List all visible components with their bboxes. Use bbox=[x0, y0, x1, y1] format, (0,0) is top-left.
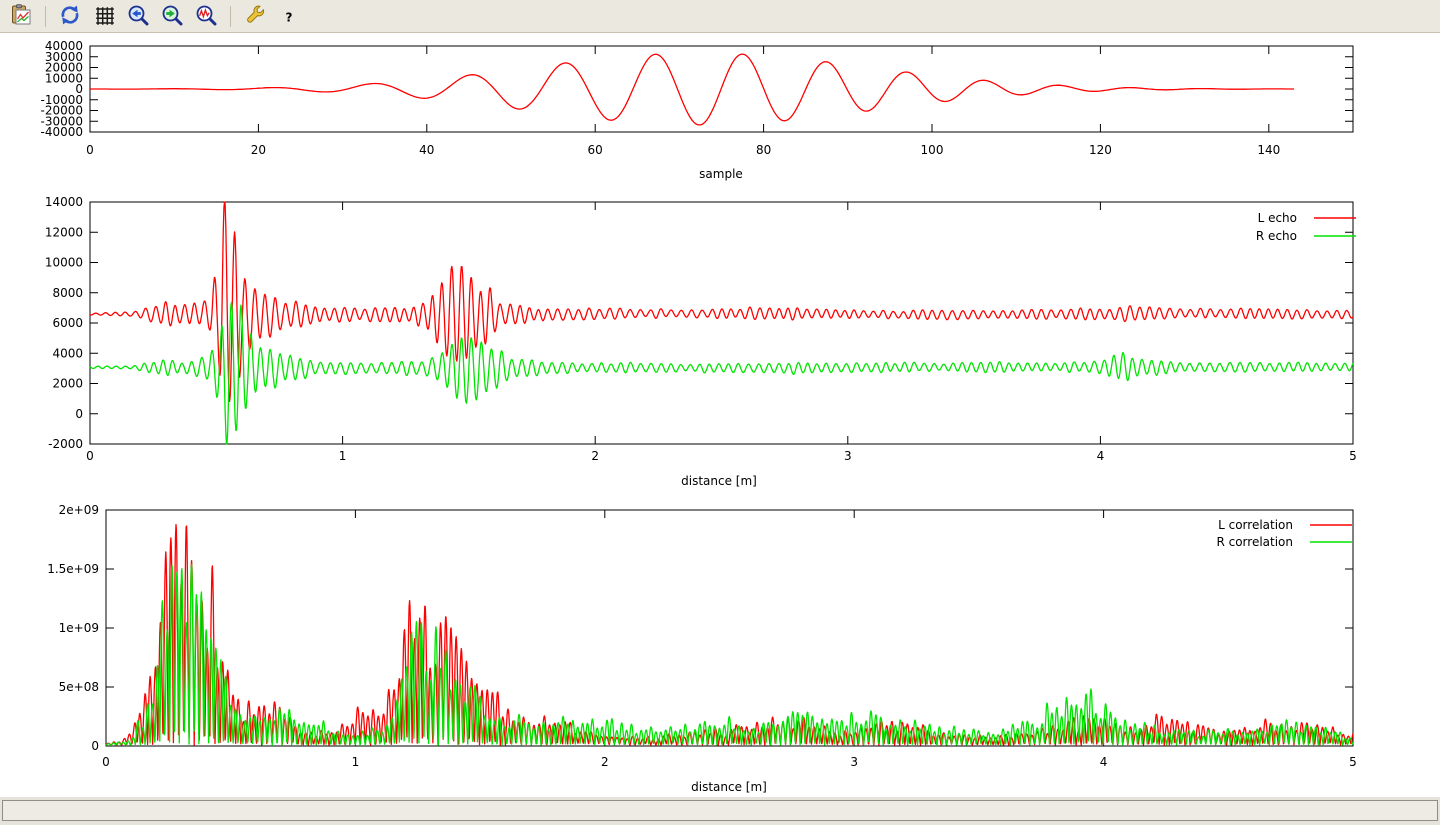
svg-text:12000: 12000 bbox=[45, 225, 83, 239]
correlation-plot[interactable]: 2e+09 1.5e+09 1e+09 5e+08 00 1 2 3 4 5 distance [m… bbox=[0, 497, 1440, 797]
svg-text:100: 100 bbox=[921, 143, 944, 157]
toolbar-button-zoom-next[interactable] bbox=[158, 3, 186, 30]
legend: L echo R echo bbox=[1256, 211, 1356, 243]
magnifier-chart-icon bbox=[195, 4, 217, 29]
grid-icon bbox=[93, 4, 115, 29]
svg-text:10000: 10000 bbox=[45, 256, 83, 270]
svg-text:6000: 6000 bbox=[52, 316, 83, 330]
svg-text:2: 2 bbox=[601, 755, 609, 769]
svg-text:4: 4 bbox=[1097, 449, 1105, 463]
plot-frame bbox=[106, 510, 1353, 746]
svg-text:2000: 2000 bbox=[52, 377, 83, 391]
clipboard-chart-icon bbox=[10, 4, 32, 29]
svg-text:1e+09: 1e+09 bbox=[59, 621, 99, 635]
refresh-icon bbox=[59, 4, 81, 29]
plot-canvas: 400003000020000100000-10000-20000-30000-… bbox=[0, 33, 1440, 797]
svg-text:-40000: -40000 bbox=[40, 125, 83, 139]
series-pulse bbox=[90, 54, 1294, 125]
status-bar bbox=[2, 800, 1438, 821]
svg-text:5e+08: 5e+08 bbox=[59, 680, 99, 694]
axis-labels: 2e+09 1.5e+09 1e+09 5e+08 00 1 2 3 4 5 distance [m… bbox=[47, 503, 1357, 794]
svg-text:1: 1 bbox=[352, 755, 360, 769]
svg-text:40: 40 bbox=[419, 143, 434, 157]
zoom-next-icon bbox=[161, 4, 183, 29]
axis-labels: 400003000020000100000-10000-20000-30000-… bbox=[40, 39, 1280, 181]
toolbar-button-zoom-previous[interactable] bbox=[124, 3, 152, 30]
legend-label-l-echo: L echo bbox=[1258, 211, 1297, 225]
svg-text:5: 5 bbox=[1349, 755, 1357, 769]
svg-text:0: 0 bbox=[86, 143, 94, 157]
legend: L correlation R correlation bbox=[1216, 518, 1352, 549]
toolbar: ? bbox=[0, 0, 1440, 33]
x-axis-title: sample bbox=[699, 167, 743, 181]
svg-text:4000: 4000 bbox=[52, 346, 83, 360]
svg-text:14000: 14000 bbox=[45, 197, 83, 209]
svg-text:80: 80 bbox=[756, 143, 771, 157]
svg-text:60: 60 bbox=[588, 143, 603, 157]
svg-text:4: 4 bbox=[1100, 755, 1108, 769]
series-r-echo bbox=[90, 302, 1353, 443]
axis-ticks bbox=[106, 510, 1353, 746]
gnuplot-window: ? 400003000020000100000-10000-20000-3000… bbox=[0, 0, 1440, 825]
toolbar-separator bbox=[45, 6, 46, 27]
x-axis-title: distance [m] bbox=[681, 474, 757, 488]
axis-ticks bbox=[90, 202, 1353, 444]
svg-text:3: 3 bbox=[844, 449, 852, 463]
svg-text:0: 0 bbox=[86, 449, 94, 463]
series-l-echo bbox=[90, 202, 1353, 401]
toolbar-button-configure[interactable] bbox=[241, 3, 269, 30]
zoom-previous-icon bbox=[127, 4, 149, 29]
plot-frame bbox=[90, 202, 1353, 444]
legend-label-r-correlation: R correlation bbox=[1216, 535, 1293, 549]
legend-label-r-echo: R echo bbox=[1256, 229, 1297, 243]
pulse-plot[interactable]: 400003000020000100000-10000-20000-30000-… bbox=[0, 33, 1440, 197]
toolbar-button-autoscale[interactable] bbox=[192, 3, 220, 30]
svg-text:1.5e+09: 1.5e+09 bbox=[47, 562, 99, 576]
svg-text:1: 1 bbox=[339, 449, 347, 463]
svg-text:120: 120 bbox=[1089, 143, 1112, 157]
toolbar-button-help[interactable]: ? bbox=[275, 3, 303, 30]
series-l-correlation bbox=[106, 525, 1353, 746]
svg-text:0: 0 bbox=[91, 739, 99, 753]
svg-text:8000: 8000 bbox=[52, 286, 83, 300]
svg-text:3: 3 bbox=[850, 755, 858, 769]
svg-text:2e+09: 2e+09 bbox=[59, 503, 99, 517]
toolbar-button-toggle-grid[interactable] bbox=[90, 3, 118, 30]
svg-text:2: 2 bbox=[591, 449, 599, 463]
echo-plot[interactable]: 14000120001000080006000400020000-2000012… bbox=[0, 197, 1440, 497]
x-axis-title: distance [m] bbox=[691, 780, 767, 794]
svg-text:140: 140 bbox=[1257, 143, 1280, 157]
svg-text:5: 5 bbox=[1349, 449, 1357, 463]
svg-text:0: 0 bbox=[102, 755, 110, 769]
help-icon: ? bbox=[278, 4, 300, 29]
svg-text:20: 20 bbox=[251, 143, 266, 157]
toolbar-separator bbox=[230, 6, 231, 27]
svg-text:-2000: -2000 bbox=[48, 437, 83, 451]
series-r-correlation bbox=[106, 564, 1353, 745]
svg-text:?: ? bbox=[286, 10, 293, 24]
wrench-icon bbox=[244, 4, 266, 29]
toolbar-button-copy-to-clipboard[interactable] bbox=[7, 3, 35, 30]
toolbar-button-replot[interactable] bbox=[56, 3, 84, 30]
statusbar-area bbox=[0, 797, 1440, 825]
svg-text:0: 0 bbox=[75, 407, 83, 421]
legend-label-l-correlation: L correlation bbox=[1218, 518, 1293, 532]
